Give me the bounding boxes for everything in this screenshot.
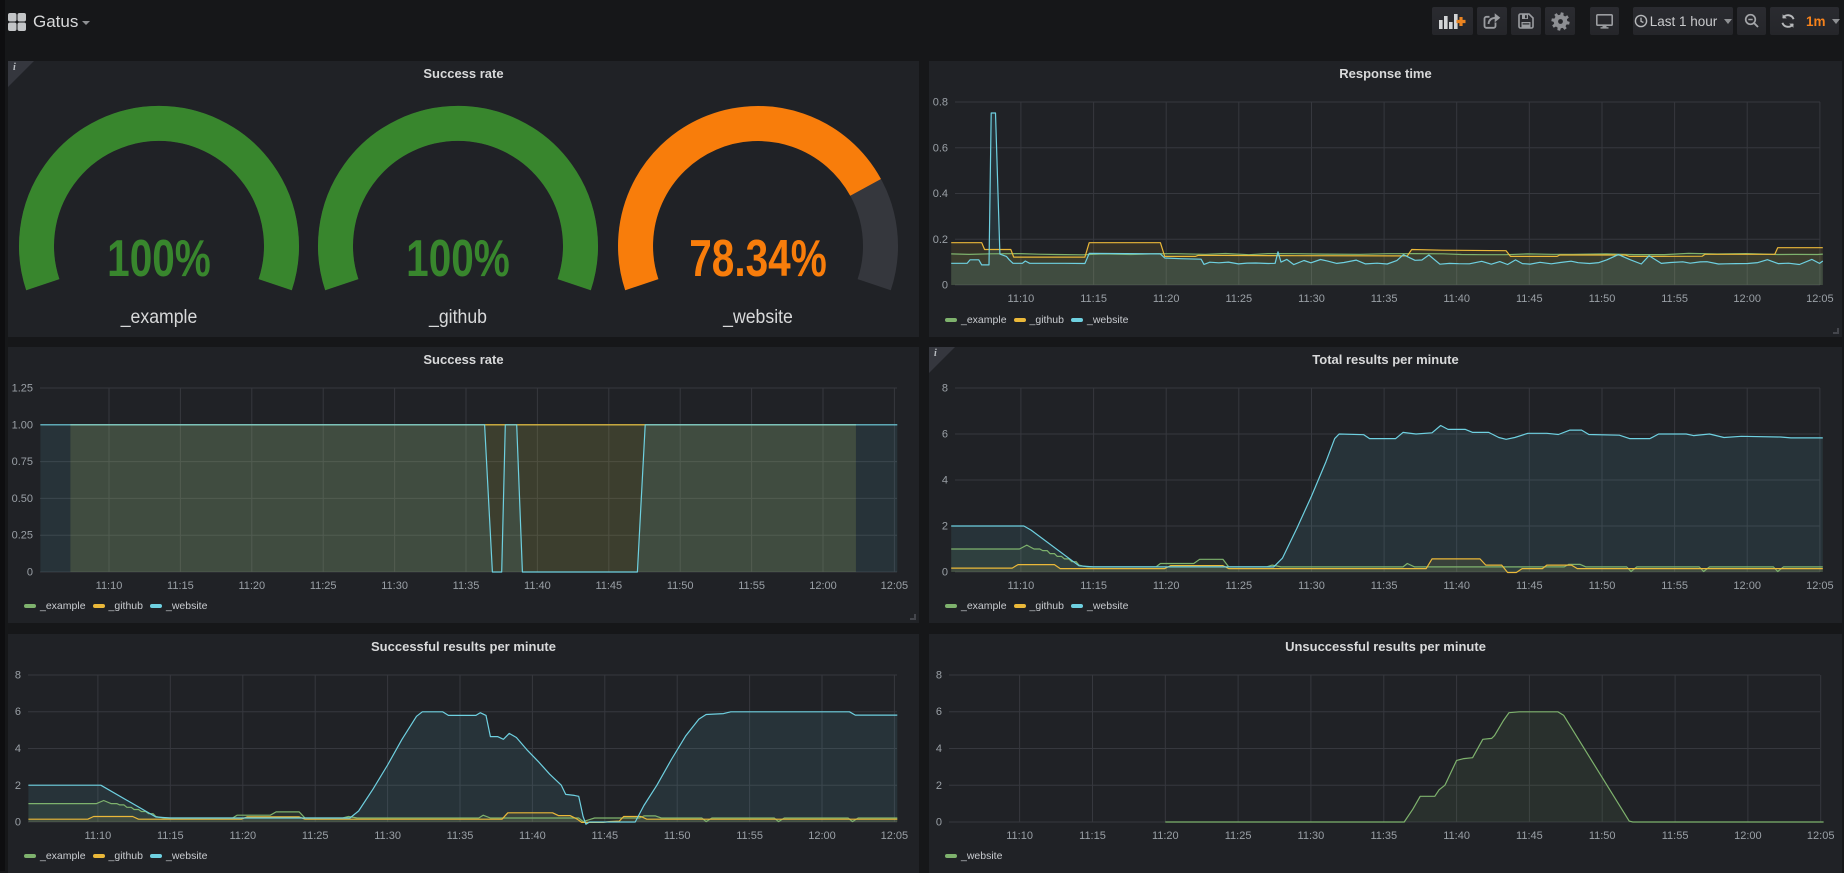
svg-text:12:05: 12:05 xyxy=(1806,293,1834,305)
svg-text:100%: 100% xyxy=(107,229,211,287)
svg-text:11:20: 11:20 xyxy=(238,580,265,592)
svg-text:11:20: 11:20 xyxy=(1153,293,1180,305)
svg-text:12:05: 12:05 xyxy=(1807,830,1835,842)
svg-text:11:40: 11:40 xyxy=(524,580,551,592)
svg-text:11:30: 11:30 xyxy=(1298,580,1325,592)
svg-text:12:00: 12:00 xyxy=(808,830,836,842)
svg-text:2: 2 xyxy=(942,521,948,533)
svg-text:11:50: 11:50 xyxy=(1589,293,1616,305)
svg-text:11:45: 11:45 xyxy=(595,580,622,592)
svg-text:100%: 100% xyxy=(406,229,510,287)
svg-text:11:20: 11:20 xyxy=(1152,830,1179,842)
svg-text:4: 4 xyxy=(936,743,942,755)
svg-text:4: 4 xyxy=(942,475,948,487)
svg-text:8: 8 xyxy=(942,383,948,395)
svg-text:0.25: 0.25 xyxy=(12,530,33,542)
svg-text:11:55: 11:55 xyxy=(1662,830,1689,842)
svg-text:11:15: 11:15 xyxy=(157,830,184,842)
svg-text:11:55: 11:55 xyxy=(736,830,763,842)
svg-text:12:05: 12:05 xyxy=(881,580,909,592)
svg-text:_example: _example xyxy=(120,305,198,328)
svg-text:0.8: 0.8 xyxy=(933,97,948,109)
svg-text:0.6: 0.6 xyxy=(933,142,948,154)
svg-text:11:25: 11:25 xyxy=(1225,830,1252,842)
svg-text:2: 2 xyxy=(15,780,21,792)
svg-text:11:45: 11:45 xyxy=(1516,293,1543,305)
svg-text:6: 6 xyxy=(15,706,21,718)
svg-text:12:05: 12:05 xyxy=(881,830,909,842)
svg-text:_website: _website xyxy=(722,305,793,328)
svg-text:0: 0 xyxy=(27,567,33,579)
svg-text:11:45: 11:45 xyxy=(1516,830,1543,842)
svg-text:11:25: 11:25 xyxy=(1225,580,1252,592)
svg-text:11:15: 11:15 xyxy=(1080,580,1107,592)
svg-text:11:20: 11:20 xyxy=(229,830,256,842)
svg-text:2: 2 xyxy=(936,780,942,792)
svg-text:11:10: 11:10 xyxy=(85,830,112,842)
svg-text:0.2: 0.2 xyxy=(933,234,948,246)
svg-text:0.4: 0.4 xyxy=(933,188,948,200)
svg-text:0: 0 xyxy=(942,280,948,292)
svg-text:78.34%: 78.34% xyxy=(689,229,827,287)
svg-text:11:10: 11:10 xyxy=(1008,293,1035,305)
svg-text:11:35: 11:35 xyxy=(453,580,480,592)
svg-text:0: 0 xyxy=(936,817,942,829)
svg-text:11:25: 11:25 xyxy=(310,580,337,592)
svg-text:11:20: 11:20 xyxy=(1153,580,1180,592)
svg-text:11:10: 11:10 xyxy=(1008,580,1035,592)
svg-text:12:00: 12:00 xyxy=(809,580,837,592)
svg-text:11:45: 11:45 xyxy=(591,830,618,842)
svg-text:11:10: 11:10 xyxy=(1006,830,1033,842)
svg-text:11:25: 11:25 xyxy=(1225,293,1252,305)
svg-text:11:50: 11:50 xyxy=(667,580,694,592)
svg-text:11:40: 11:40 xyxy=(1443,293,1470,305)
svg-text:0: 0 xyxy=(942,567,948,579)
svg-text:4: 4 xyxy=(15,743,21,755)
svg-text:0.75: 0.75 xyxy=(12,456,33,468)
svg-text:11:35: 11:35 xyxy=(1371,580,1398,592)
svg-text:12:00: 12:00 xyxy=(1733,293,1761,305)
svg-text:11:10: 11:10 xyxy=(96,580,123,592)
svg-text:11:30: 11:30 xyxy=(381,580,408,592)
svg-text:6: 6 xyxy=(942,429,948,441)
svg-text:11:30: 11:30 xyxy=(374,830,401,842)
svg-text:0: 0 xyxy=(15,817,21,829)
svg-text:11:55: 11:55 xyxy=(1661,293,1688,305)
svg-text:11:30: 11:30 xyxy=(1298,830,1325,842)
svg-text:11:55: 11:55 xyxy=(738,580,765,592)
svg-text:11:15: 11:15 xyxy=(167,580,194,592)
svg-text:11:25: 11:25 xyxy=(302,830,329,842)
svg-text:11:50: 11:50 xyxy=(664,830,691,842)
svg-text:11:30: 11:30 xyxy=(1298,293,1325,305)
svg-text:11:35: 11:35 xyxy=(1371,293,1398,305)
svg-text:11:40: 11:40 xyxy=(519,830,546,842)
svg-text:8: 8 xyxy=(15,670,21,682)
svg-text:0.50: 0.50 xyxy=(12,493,33,505)
svg-text:11:15: 11:15 xyxy=(1079,830,1106,842)
svg-text:12:00: 12:00 xyxy=(1733,580,1761,592)
svg-text:_github: _github xyxy=(428,305,487,328)
svg-text:12:00: 12:00 xyxy=(1734,830,1762,842)
svg-text:8: 8 xyxy=(936,670,942,682)
svg-text:12:05: 12:05 xyxy=(1806,580,1834,592)
svg-text:11:50: 11:50 xyxy=(1589,830,1616,842)
svg-text:1.00: 1.00 xyxy=(12,419,33,431)
svg-text:11:55: 11:55 xyxy=(1661,580,1688,592)
svg-text:11:35: 11:35 xyxy=(1370,830,1397,842)
svg-text:11:15: 11:15 xyxy=(1080,293,1107,305)
svg-text:11:40: 11:40 xyxy=(1443,580,1470,592)
svg-text:11:35: 11:35 xyxy=(447,830,474,842)
svg-text:11:45: 11:45 xyxy=(1516,580,1543,592)
svg-text:11:40: 11:40 xyxy=(1443,830,1470,842)
svg-text:11:50: 11:50 xyxy=(1589,580,1616,592)
svg-text:1.25: 1.25 xyxy=(12,383,33,395)
svg-text:6: 6 xyxy=(936,706,942,718)
